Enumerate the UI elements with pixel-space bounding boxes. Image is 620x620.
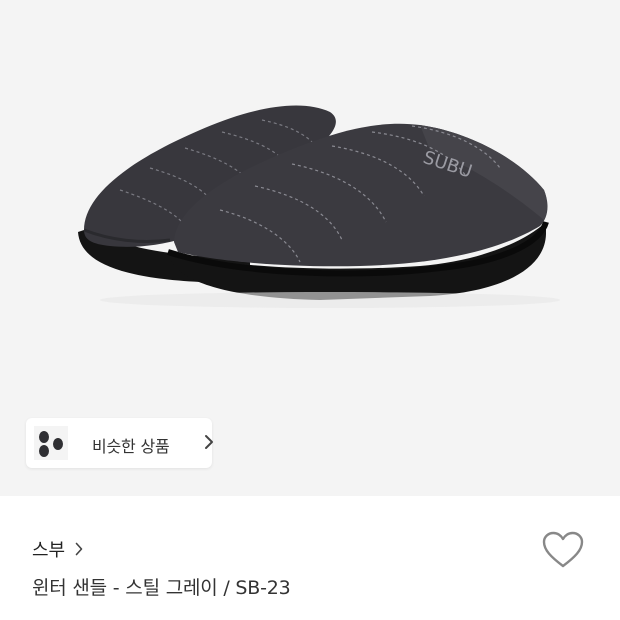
similar-product-thumbnail-icon xyxy=(34,426,68,460)
product-info xyxy=(0,496,620,620)
brand-link[interactable]: 스부 xyxy=(32,536,83,562)
heart-outline-icon[interactable] xyxy=(541,530,585,570)
similar-products-label: 비슷한 상품 xyxy=(92,437,170,456)
similar-products-button[interactable]: 비슷한 상품 xyxy=(26,418,213,468)
brand-name: 스부 xyxy=(32,540,66,561)
chevron-right-icon xyxy=(205,435,213,449)
chevron-right-icon xyxy=(75,542,83,556)
product-image-area[interactable]: SUBU 비슷한 상품 xyxy=(0,0,620,496)
product-title: 윈터 샌들 - 스틸 그레이 / SB-23 xyxy=(32,577,291,599)
